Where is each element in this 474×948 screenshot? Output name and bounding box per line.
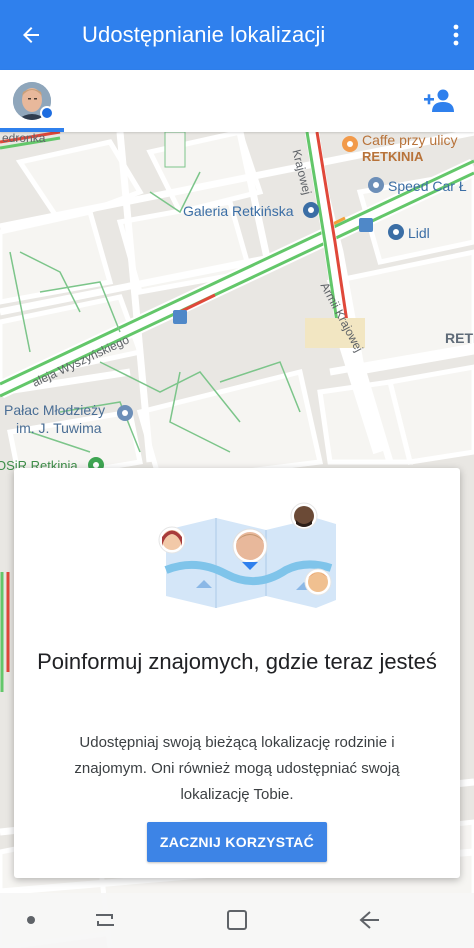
get-started-button[interactable]: ZACZNIJ KORZYSTAĆ — [147, 822, 327, 862]
more-options-button[interactable] — [438, 0, 474, 70]
map-label-retkinia: RETKINIA — [362, 149, 424, 164]
my-profile-tab[interactable] — [0, 70, 64, 132]
location-sharing-screen: Caffe przy ulicy RETKINIA Speed Car Ł Ga… — [0, 0, 474, 948]
card-description: Udostępniaj swoją bieżącą lokalizację ro… — [74, 734, 400, 803]
system-navigation-bar — [0, 893, 474, 948]
recents-button[interactable] — [92, 907, 118, 933]
map-label-palac-1: Pałac Młodzieży — [4, 402, 106, 418]
store-pin-icon[interactable] — [368, 177, 384, 193]
selected-indicator — [0, 128, 64, 132]
nav-dot-icon — [27, 916, 35, 924]
page-title: Udostępnianie lokalizacji — [82, 22, 326, 47]
location-dot-icon — [40, 106, 54, 120]
map-label-palac-2: im. J. Tuwima — [16, 420, 102, 436]
sharing-illustration — [146, 490, 356, 620]
more-vert-icon — [453, 24, 459, 46]
map-label-edronka: edronka — [2, 131, 46, 145]
transit-icon[interactable] — [173, 310, 187, 324]
palac-pin-icon[interactable] — [117, 405, 133, 421]
home-button[interactable] — [224, 907, 250, 933]
map-label-retk: RETK — [445, 330, 474, 346]
recents-icon — [96, 914, 114, 926]
add-person-button[interactable] — [424, 86, 456, 116]
cafe-pin-icon[interactable] — [342, 136, 358, 152]
arrow-left-icon — [23, 27, 39, 43]
nav-back-button[interactable] — [356, 907, 382, 933]
nav-back-icon — [359, 911, 379, 929]
lidl-pin-icon[interactable] — [388, 224, 404, 240]
app-bar: Udostępnianie lokalizacji — [0, 0, 474, 70]
transit-icon[interactable] — [359, 218, 373, 232]
onboarding-card: Poinformuj znajomych, gdzie teraz jesteś… — [14, 468, 460, 878]
home-square-icon — [227, 910, 247, 930]
people-strip — [0, 70, 474, 132]
map-label-galeria: Galeria Retkińska — [183, 203, 294, 219]
shopping-pin-icon[interactable] — [303, 202, 319, 218]
map-label-cafe: Caffe przy ulicy — [362, 132, 458, 148]
map-label-speed-car: Speed Car Ł — [388, 178, 467, 194]
map-label-lidl: Lidl — [408, 225, 430, 241]
card-headline: Poinformuj znajomych, gdzie teraz jesteś — [37, 649, 437, 674]
back-button[interactable] — [0, 0, 62, 70]
person-add-icon — [424, 89, 454, 112]
